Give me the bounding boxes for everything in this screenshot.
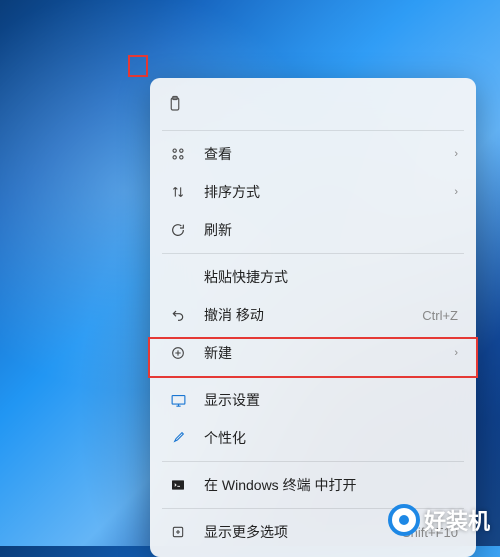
- refresh-icon: [168, 220, 188, 240]
- context-menu-icon-bar: [150, 84, 476, 126]
- display-icon: [168, 390, 188, 410]
- menu-separator: [162, 130, 464, 131]
- menu-item-display-settings[interactable]: 显示设置: [150, 381, 476, 419]
- menu-label: 查看: [204, 144, 446, 164]
- menu-shortcut: Ctrl+Z: [422, 308, 458, 323]
- menu-label: 粘贴快捷方式: [204, 267, 458, 287]
- menu-separator: [162, 461, 464, 462]
- chevron-right-icon: ›: [454, 347, 458, 359]
- undo-icon: [168, 305, 188, 325]
- menu-label: 显示设置: [204, 390, 458, 410]
- menu-label: 撤消 移动: [204, 305, 422, 325]
- menu-item-personalize[interactable]: 个性化: [150, 419, 476, 457]
- menu-item-undo-move[interactable]: 撤消 移动 Ctrl+Z: [150, 296, 476, 334]
- menu-separator: [162, 376, 464, 377]
- desktop-context-menu: 查看 › 排序方式 › 刷新 粘贴快捷方式 撤消 移动 Ctrl+Z: [150, 78, 476, 557]
- menu-label: 个性化: [204, 428, 458, 448]
- menu-label: 在 Windows 终端 中打开: [204, 475, 458, 495]
- menu-item-view[interactable]: 查看 ›: [150, 135, 476, 173]
- grid-icon: [168, 144, 188, 164]
- watermark: 好装机: [388, 504, 490, 536]
- watermark-text: 好装机: [424, 504, 490, 536]
- more-options-icon: [168, 522, 188, 542]
- menu-item-new[interactable]: 新建 ›: [150, 334, 476, 372]
- sort-icon: [168, 182, 188, 202]
- chevron-right-icon: ›: [454, 148, 458, 160]
- menu-separator: [162, 253, 464, 254]
- chevron-right-icon: ›: [454, 186, 458, 198]
- paste-icon[interactable]: [166, 95, 186, 115]
- menu-label: 排序方式: [204, 182, 446, 202]
- terminal-icon: [168, 475, 188, 495]
- plus-circle-icon: [168, 343, 188, 363]
- menu-item-sort[interactable]: 排序方式 ›: [150, 173, 476, 211]
- menu-item-paste-shortcut[interactable]: 粘贴快捷方式: [150, 258, 476, 296]
- annotation-marker-origin: [128, 55, 148, 77]
- blank-icon: [168, 267, 188, 287]
- menu-label: 刷新: [204, 220, 458, 240]
- brush-icon: [168, 428, 188, 448]
- menu-label: 新建: [204, 343, 446, 363]
- watermark-logo-icon: [388, 504, 420, 536]
- menu-item-terminal[interactable]: 在 Windows 终端 中打开: [150, 466, 476, 504]
- menu-label: 显示更多选项: [204, 522, 402, 542]
- menu-item-refresh[interactable]: 刷新: [150, 211, 476, 249]
